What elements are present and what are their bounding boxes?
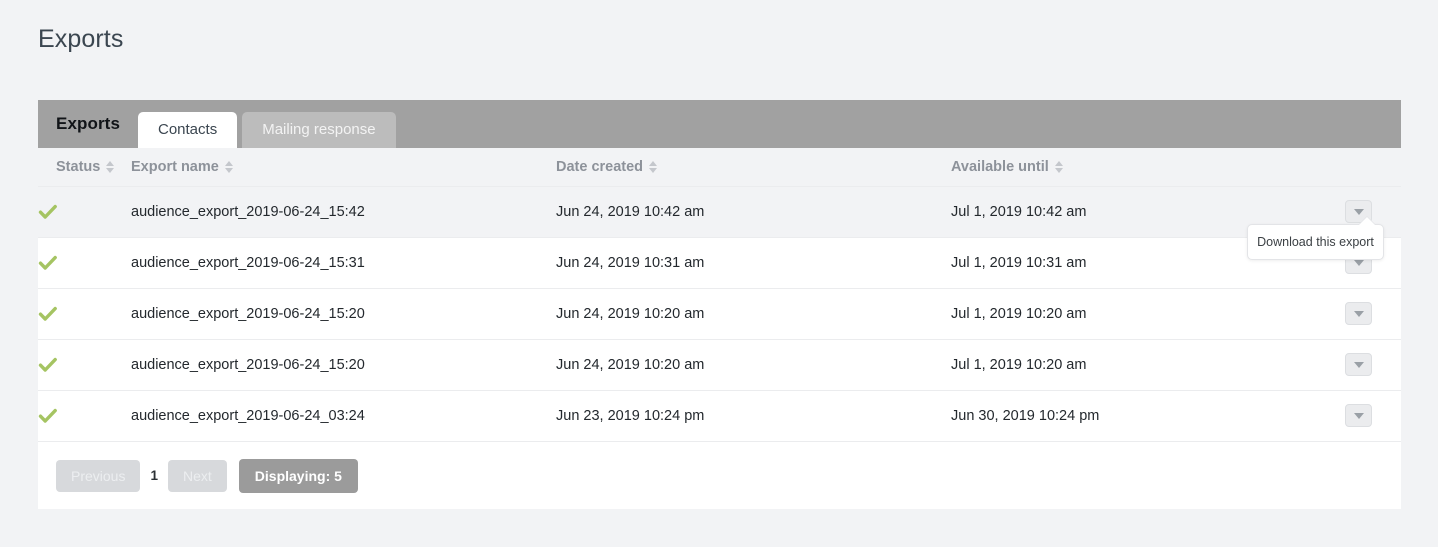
exports-table: Status Export name Date created Availabl…: [38, 148, 1401, 441]
column-header-status-label: Status: [56, 158, 101, 175]
table-row[interactable]: audience_export_2019-06-24_15:42 Jun 24,…: [38, 185, 1401, 237]
sort-icon[interactable]: [106, 160, 115, 173]
cell-available-until: Jul 1, 2019 10:20 am: [951, 338, 1296, 390]
sort-icon[interactable]: [224, 160, 233, 173]
column-header-status[interactable]: Status: [38, 148, 131, 186]
green-check-icon: [38, 406, 58, 426]
column-header-export-name[interactable]: Export name: [131, 148, 556, 186]
cell-export-name: audience_export_2019-06-24_15:20: [131, 287, 556, 339]
table-row[interactable]: audience_export_2019-06-24_03:24 Jun 23,…: [38, 389, 1401, 441]
table-head: Status Export name Date created Availabl…: [38, 148, 1401, 186]
cell-status: [38, 236, 131, 288]
cell-actions: [1296, 338, 1401, 390]
green-check-icon: [38, 253, 58, 273]
row-actions-dropdown-button[interactable]: [1345, 404, 1372, 428]
exports-card: Exports Contacts Mailing response Status: [38, 100, 1401, 509]
column-header-date-created-label: Date created: [556, 158, 644, 175]
pagination-bar: Previous 1 Next Displaying: 5: [38, 441, 1401, 509]
current-page-indicator[interactable]: 1: [140, 468, 168, 483]
column-header-actions: [1296, 148, 1401, 186]
tab-bar: Exports Contacts Mailing response: [38, 100, 1401, 148]
column-header-date-created[interactable]: Date created: [556, 148, 951, 186]
tab-contacts-label: Contacts: [158, 121, 218, 138]
cell-export-name: audience_export_2019-06-24_03:24: [131, 389, 556, 441]
table-body: audience_export_2019-06-24_15:42 Jun 24,…: [38, 185, 1401, 441]
sort-icon[interactable]: [649, 160, 658, 173]
tab-mailing-response[interactable]: Mailing response: [242, 112, 396, 148]
green-check-icon: [38, 355, 58, 375]
cell-date-created: Jun 23, 2019 10:24 pm: [556, 389, 951, 441]
cell-actions: [1296, 287, 1401, 339]
cell-available-until: Jul 1, 2019 10:20 am: [951, 287, 1296, 339]
cell-actions: [1296, 389, 1401, 441]
next-page-button[interactable]: Next: [167, 459, 227, 492]
cell-status: [38, 338, 131, 390]
cell-export-name: audience_export_2019-06-24_15:31: [131, 236, 556, 288]
tab-mailing-response-label: Mailing response: [262, 121, 376, 138]
download-export-tooltip: Download this export: [1247, 216, 1384, 260]
page-title: Exports: [38, 25, 124, 53]
column-header-available-until[interactable]: Available until: [951, 148, 1296, 186]
cell-status: [38, 185, 131, 237]
chevron-down-icon: [1353, 208, 1364, 215]
cell-available-until: Jun 30, 2019 10:24 pm: [951, 389, 1296, 441]
cell-export-name: audience_export_2019-06-24_15:42: [131, 185, 556, 237]
green-check-icon: [38, 304, 58, 324]
column-header-export-name-label: Export name: [131, 158, 219, 175]
tooltip-arrow: [1358, 217, 1376, 226]
tooltip-text: Download this export: [1257, 235, 1374, 249]
cell-status: [38, 287, 131, 339]
cell-export-name: audience_export_2019-06-24_15:20: [131, 338, 556, 390]
sort-icon[interactable]: [1054, 160, 1063, 173]
cell-date-created: Jun 24, 2019 10:31 am: [556, 236, 951, 288]
chevron-down-icon: [1353, 361, 1364, 368]
table-row[interactable]: audience_export_2019-06-24_15:20 Jun 24,…: [38, 287, 1401, 339]
row-actions-dropdown-button[interactable]: [1345, 353, 1372, 376]
cell-date-created: Jun 24, 2019 10:20 am: [556, 338, 951, 390]
cell-status: [38, 389, 131, 441]
cell-available-until: Jul 1, 2019 10:42 am: [951, 185, 1296, 237]
tab-contacts[interactable]: Contacts: [138, 112, 238, 148]
cell-date-created: Jun 24, 2019 10:20 am: [556, 287, 951, 339]
green-check-icon: [38, 202, 58, 222]
row-actions-dropdown-button[interactable]: [1345, 302, 1372, 325]
cell-available-until: Jul 1, 2019 10:31 am: [951, 236, 1296, 288]
table-header-row: Status Export name Date created Availabl…: [38, 148, 1401, 186]
tab-bar-title: Exports: [56, 114, 120, 133]
chevron-down-icon: [1353, 259, 1364, 266]
table-row[interactable]: audience_export_2019-06-24_15:20 Jun 24,…: [38, 338, 1401, 390]
chevron-down-icon: [1353, 310, 1364, 317]
table-row[interactable]: audience_export_2019-06-24_15:31 Jun 24,…: [38, 236, 1401, 288]
chevron-down-icon: [1353, 412, 1364, 419]
cell-date-created: Jun 24, 2019 10:42 am: [556, 185, 951, 237]
displaying-count-badge: Displaying: 5: [238, 458, 358, 493]
column-header-available-until-label: Available until: [951, 158, 1049, 175]
previous-page-button[interactable]: Previous: [56, 459, 141, 492]
